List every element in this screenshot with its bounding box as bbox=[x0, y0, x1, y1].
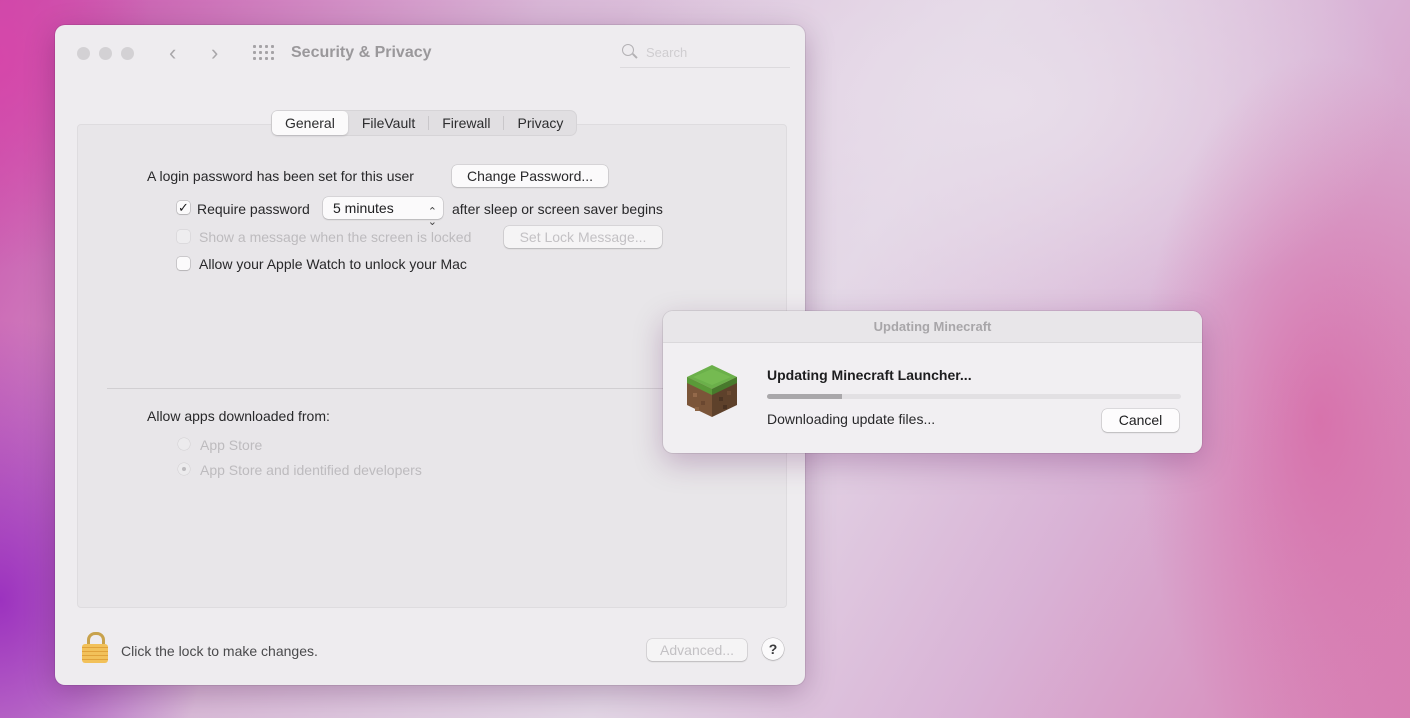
show-message-label: Show a message when the screen is locked bbox=[199, 229, 472, 245]
minimize-window-button[interactable] bbox=[99, 47, 112, 60]
lock-icon[interactable] bbox=[82, 632, 108, 663]
update-progress-bar bbox=[767, 394, 1181, 399]
require-password-delay-select[interactable]: 5 minutes ⌃ ⌄ bbox=[323, 197, 443, 228]
login-password-text: A login password has been set for this u… bbox=[147, 168, 414, 184]
cancel-button[interactable]: Cancel bbox=[1102, 409, 1179, 432]
window-title: Security & Privacy bbox=[291, 44, 432, 61]
set-lock-message-button[interactable]: Set Lock Message... bbox=[504, 226, 662, 248]
search-field[interactable] bbox=[620, 41, 790, 68]
tab-privacy[interactable]: Privacy bbox=[504, 111, 576, 135]
update-dialog: Updating Minecraft Updating Minecraft La… bbox=[663, 311, 1202, 453]
allow-apps-heading: Allow apps downloaded from: bbox=[147, 408, 330, 424]
identified-developers-radio[interactable] bbox=[178, 463, 190, 475]
dialog-title: Updating Minecraft bbox=[663, 311, 1202, 343]
back-arrow-icon[interactable]: ‹ bbox=[169, 40, 176, 66]
show-all-grid-icon[interactable] bbox=[253, 45, 274, 61]
checkmark-icon: ✓ bbox=[178, 200, 189, 215]
help-button[interactable]: ? bbox=[762, 638, 784, 660]
search-icon bbox=[622, 44, 634, 56]
change-password-button[interactable]: Change Password... bbox=[452, 165, 608, 187]
require-password-label: Require password bbox=[197, 201, 310, 217]
tab-bar: General FileVault Firewall Privacy bbox=[272, 111, 577, 135]
forward-arrow-icon[interactable]: › bbox=[211, 40, 218, 66]
progress-fill bbox=[767, 394, 842, 399]
app-store-radio[interactable] bbox=[178, 438, 190, 450]
close-window-button[interactable] bbox=[77, 47, 90, 60]
up-down-chevron-icon: ⌃ ⌄ bbox=[427, 206, 437, 228]
window-titlebar: ‹ › Security & Privacy bbox=[55, 25, 805, 83]
tab-filevault[interactable]: FileVault bbox=[349, 111, 428, 135]
apple-watch-label: Allow your Apple Watch to unlock your Ma… bbox=[199, 256, 467, 272]
tab-firewall[interactable]: Firewall bbox=[429, 111, 503, 135]
tab-general[interactable]: General bbox=[272, 111, 348, 135]
show-message-checkbox[interactable] bbox=[177, 230, 190, 243]
advanced-button[interactable]: Advanced... bbox=[647, 639, 747, 661]
lock-text: Click the lock to make changes. bbox=[121, 643, 318, 659]
after-sleep-text: after sleep or screen saver begins bbox=[452, 201, 663, 217]
identified-developers-label: App Store and identified developers bbox=[200, 462, 422, 478]
search-input[interactable] bbox=[644, 44, 788, 61]
app-store-label: App Store bbox=[200, 437, 263, 453]
select-value: 5 minutes bbox=[333, 200, 394, 216]
section-divider bbox=[107, 388, 757, 389]
zoom-window-button[interactable] bbox=[121, 47, 134, 60]
apple-watch-checkbox[interactable] bbox=[177, 257, 190, 270]
dialog-heading: Updating Minecraft Launcher... bbox=[767, 367, 972, 383]
require-password-checkbox[interactable]: ✓ bbox=[177, 201, 190, 214]
minecraft-grass-block-icon bbox=[685, 363, 739, 419]
dialog-status: Downloading update files... bbox=[767, 411, 936, 427]
